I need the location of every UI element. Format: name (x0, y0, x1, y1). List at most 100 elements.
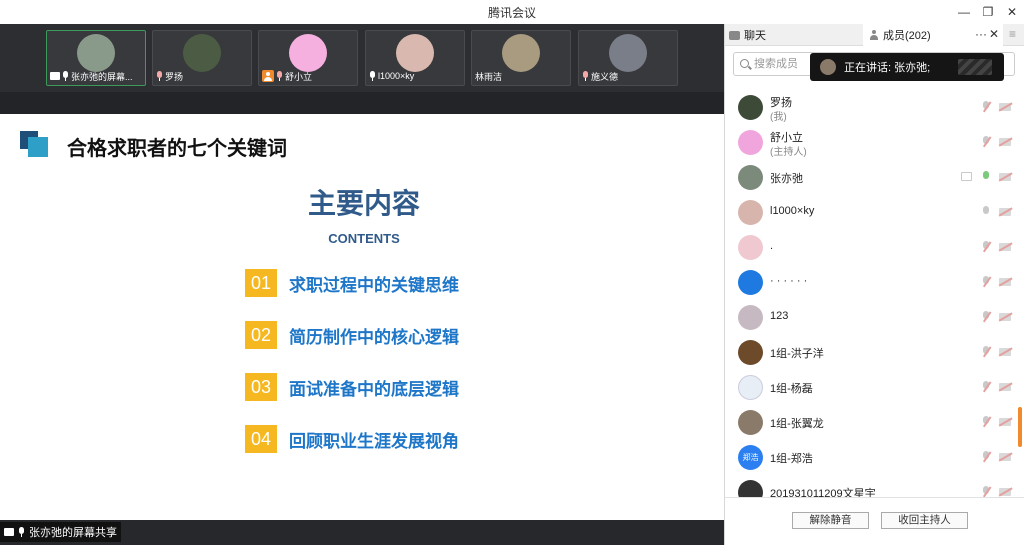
member-row[interactable]: 1组-张翼龙 (725, 407, 1017, 437)
avatar (738, 375, 763, 400)
camera-off-icon[interactable] (999, 173, 1011, 181)
panel-footer: 解除静音 收回主持人 (725, 497, 1024, 545)
avatar (738, 270, 763, 295)
scrollbar-thumb[interactable] (1018, 407, 1022, 447)
more-button[interactable]: ··· (975, 27, 987, 41)
camera-off-icon[interactable] (999, 208, 1011, 216)
video-tile[interactable]: 张亦弛的屏幕... (46, 30, 146, 86)
contents-item: 01 求职过程中的关键思维 (245, 269, 459, 297)
mic-icon[interactable] (982, 171, 990, 183)
minimize-button[interactable]: — (952, 2, 976, 22)
mic-muted-icon[interactable] (982, 381, 990, 393)
slide-subtitle: CONTENTS (328, 231, 400, 246)
member-row[interactable]: 舒小立 (主持人) (725, 127, 1017, 158)
member-name: 张亦弛 (770, 173, 803, 185)
member-row[interactable]: 1组-洪子洋 (725, 337, 1017, 367)
tab-label: 成员(202) (883, 30, 931, 42)
close-window-button[interactable]: ✕ (1000, 2, 1024, 22)
mic-icon (369, 71, 376, 81)
camera-off-icon[interactable] (999, 103, 1011, 111)
tab-chat[interactable]: 聊天 (725, 24, 863, 46)
camera-off-icon[interactable] (999, 278, 1011, 286)
member-role: (我) (770, 112, 787, 123)
slide-main-title: 主要内容 (307, 188, 420, 219)
mic-muted-icon[interactable] (982, 451, 990, 463)
mic-muted-icon[interactable] (982, 101, 990, 113)
avatar (738, 480, 763, 497)
tile-name: l1000×ky (378, 71, 415, 81)
item-text: 面试准备中的底层逻辑 (289, 379, 459, 399)
camera-off-icon[interactable] (999, 243, 1011, 251)
meeting-app: 腾讯会议 — ❐ ✕ 张亦弛的屏幕... 罗扬 舒小立 l1000×ky 林雨洁… (0, 0, 1024, 545)
avatar: 郑浩 (738, 445, 763, 470)
share-label-text: 张亦弛的屏幕共享 (29, 527, 117, 539)
speaking-text: 正在讲话: 张亦弛; (844, 62, 931, 74)
menu-icon[interactable]: ≡ (1009, 27, 1016, 41)
avatar (738, 200, 763, 225)
item-number: 01 (245, 269, 277, 297)
mic-muted-icon[interactable] (982, 136, 990, 148)
camera-off-icon[interactable] (999, 418, 1011, 426)
bottom-bar: 张亦弛的屏幕共享 (0, 520, 724, 545)
video-strip: 张亦弛的屏幕... 罗扬 舒小立 l1000×ky 林雨洁 施义德 (0, 24, 724, 92)
member-row[interactable]: . (725, 232, 1017, 262)
tile-name: 林雨洁 (475, 71, 503, 82)
screen-share-icon (50, 72, 60, 80)
video-tile[interactable]: 林雨洁 (471, 30, 571, 86)
camera-off-icon[interactable] (999, 313, 1011, 321)
audio-wave-icon (958, 59, 992, 75)
member-name: 1组-张翼龙 (770, 418, 824, 430)
member-row[interactable]: · · · · · · (725, 267, 1017, 297)
slide-decoration (28, 137, 48, 157)
camera-off-icon[interactable] (999, 138, 1011, 146)
shared-slide: 合格求职者的七个关键词 主要内容 CONTENTS 01 求职过程中的关键思维 … (0, 114, 724, 520)
tile-name: 舒小立 (285, 71, 313, 82)
member-scrollbar[interactable] (1017, 92, 1023, 497)
video-tile[interactable]: 舒小立 (258, 30, 358, 86)
panel-tabs: 聊天 成员(202) ··· ✕ ≡ (725, 24, 1024, 46)
member-row[interactable]: 123 (725, 302, 1017, 332)
mic-icon[interactable] (982, 206, 990, 218)
mic-muted-icon[interactable] (982, 311, 990, 323)
video-tile[interactable]: 施义德 (578, 30, 678, 86)
camera-off-icon[interactable] (999, 348, 1011, 356)
mic-muted-icon[interactable] (982, 276, 990, 288)
mic-muted-icon (276, 71, 283, 81)
avatar (609, 34, 647, 72)
member-row[interactable]: 1组-杨磊 (725, 372, 1017, 402)
mic-muted-icon[interactable] (982, 486, 990, 497)
camera-off-icon[interactable] (999, 383, 1011, 391)
mic-icon (62, 71, 69, 81)
unmute-all-button[interactable]: 解除静音 (792, 512, 869, 529)
member-row[interactable]: l1000×ky (725, 197, 1017, 227)
member-row[interactable]: 罗扬 (我) (725, 92, 1017, 123)
member-name: . (770, 240, 774, 252)
member-name: l1000×ky (770, 205, 815, 217)
mic-muted-icon[interactable] (982, 241, 990, 253)
host-icon (262, 70, 274, 82)
camera-off-icon[interactable] (999, 488, 1011, 496)
mic-muted-icon[interactable] (982, 346, 990, 358)
mic-muted-icon[interactable] (982, 416, 990, 428)
avatar (738, 410, 763, 435)
member-row[interactable]: 郑浩 1组-郑浩 (725, 442, 1017, 472)
tile-name: 施义德 (591, 71, 619, 82)
member-list: 罗扬 (我) 舒小立 (主持人) 张亦弛 l1000×ky . · · · · … (725, 92, 1017, 497)
restore-button[interactable]: ❐ (976, 2, 1000, 22)
side-panel: 聊天 成员(202) ··· ✕ ≡ 正在讲话: 张亦弛; 罗扬 (我) (724, 24, 1024, 545)
contents-item: 04 回顾职业生涯发展视角 (245, 425, 459, 453)
member-row[interactable]: 张亦弛 (725, 162, 1017, 192)
revoke-host-button[interactable]: 收回主持人 (881, 512, 968, 529)
item-text: 求职过程中的关键思维 (289, 275, 459, 295)
mic-muted-icon (156, 71, 163, 81)
close-panel-button[interactable]: ✕ (989, 27, 999, 41)
camera-off-icon[interactable] (999, 453, 1011, 461)
avatar (738, 165, 763, 190)
video-tile[interactable]: 罗扬 (152, 30, 252, 86)
video-tile[interactable]: l1000×ky (365, 30, 465, 86)
member-row[interactable]: 201931011209文星宇 (725, 477, 1017, 497)
avatar (738, 340, 763, 365)
speaking-indicator: 正在讲话: 张亦弛; (810, 53, 1004, 81)
avatar (738, 130, 763, 155)
avatar (738, 235, 763, 260)
